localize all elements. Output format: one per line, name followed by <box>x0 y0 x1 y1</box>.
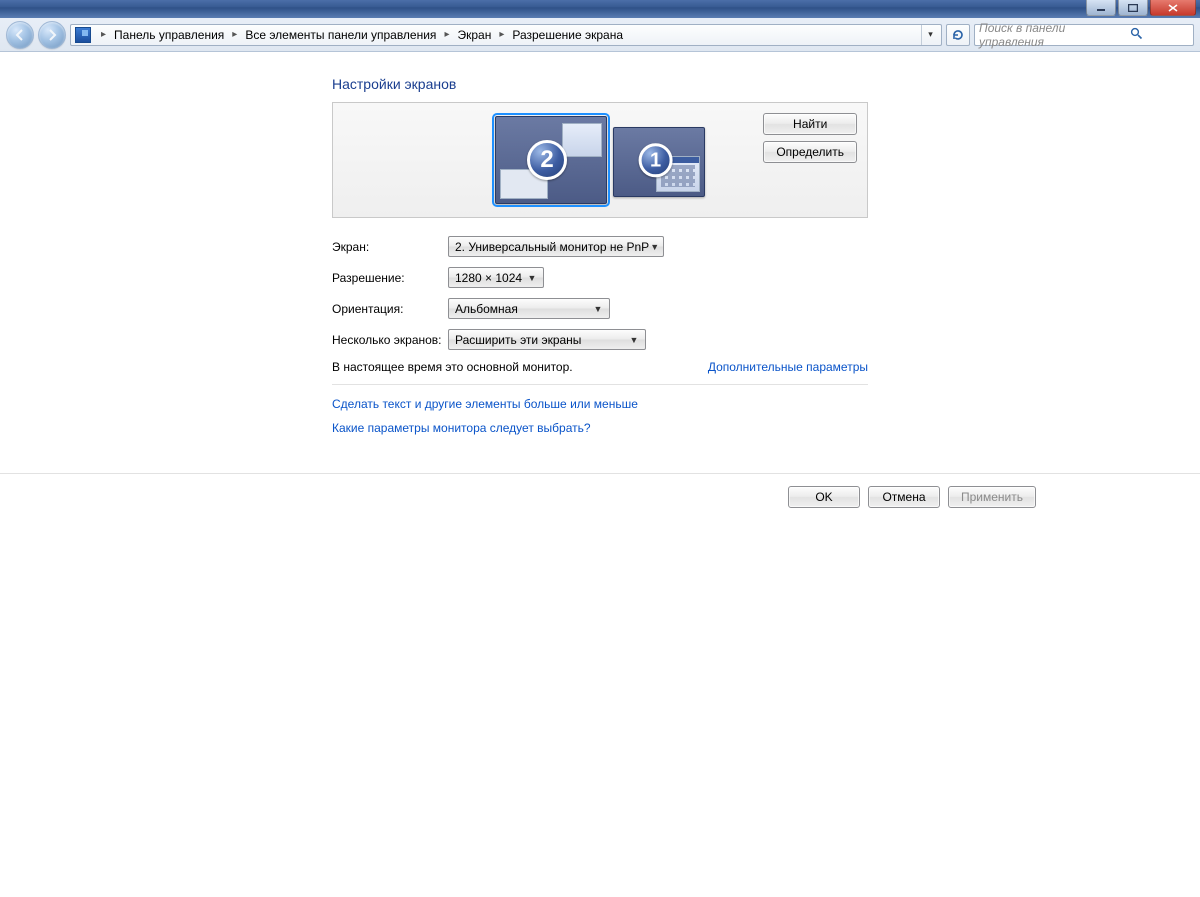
multi-label: Несколько экранов: <box>332 333 448 347</box>
text-size-link[interactable]: Сделать текст и другие элементы больше и… <box>332 397 868 411</box>
search-input[interactable]: Поиск в панели управления <box>974 24 1194 46</box>
monitor-1[interactable]: 1 <box>613 127 705 197</box>
search-icon <box>1084 27 1189 43</box>
chevron-down-icon: ▼ <box>524 273 539 283</box>
screen-label: Экран: <box>332 240 448 254</box>
search-placeholder: Поиск в панели управления <box>979 21 1084 49</box>
monitor-preview-box: 2 1 Найти Определить <box>332 102 868 218</box>
breadcrumb-item[interactable]: Все элементы панели управления <box>243 28 438 42</box>
navbar: Панель управления Все элементы панели уп… <box>0 18 1200 52</box>
maximize-button[interactable] <box>1118 0 1148 16</box>
chevron-down-icon: ▼ <box>649 242 659 252</box>
breadcrumb-item[interactable]: Панель управления <box>112 28 226 42</box>
apply-button[interactable]: Применить <box>948 486 1036 508</box>
orientation-value: Альбомная <box>455 302 590 316</box>
close-button[interactable] <box>1150 0 1196 16</box>
forward-button[interactable] <box>38 21 66 49</box>
screen-value: 2. Универсальный монитор не PnP <box>455 240 649 254</box>
dialog-footer: OK Отмена Применить <box>164 474 1036 508</box>
orientation-label: Ориентация: <box>332 302 448 316</box>
breadcrumb-sep <box>95 29 112 40</box>
page: Настройки экранов 2 1 Найти Определить <box>0 52 1200 457</box>
control-panel-icon <box>75 27 91 43</box>
primary-monitor-note: В настоящее время это основной монитор. <box>332 360 573 374</box>
breadcrumb-dropdown[interactable]: ▾ <box>921 25 939 45</box>
minimize-button[interactable] <box>1086 0 1116 16</box>
identify-button[interactable]: Определить <box>763 141 857 163</box>
breadcrumb-item[interactable]: Разрешение экрана <box>510 28 625 42</box>
back-button[interactable] <box>6 21 34 49</box>
monitor-number-badge: 2 <box>527 140 567 180</box>
multi-display-select[interactable]: Расширить эти экраны ▼ <box>448 329 646 350</box>
monitor-number-badge: 1 <box>639 143 673 177</box>
settings-panel: Настройки экранов 2 1 Найти Определить <box>332 76 868 445</box>
screen-select[interactable]: 2. Универсальный монитор не PnP ▼ <box>448 236 664 257</box>
page-title: Настройки экранов <box>332 76 868 92</box>
breadcrumb-item[interactable]: Экран <box>455 28 493 42</box>
chevron-down-icon: ▼ <box>626 335 641 345</box>
resolution-value: 1280 × 1024 <box>455 271 524 285</box>
which-settings-link[interactable]: Какие параметры монитора следует выбрать… <box>332 421 868 435</box>
refresh-button[interactable] <box>946 24 970 46</box>
resolution-label: Разрешение: <box>332 271 448 285</box>
orientation-select[interactable]: Альбомная ▼ <box>448 298 610 319</box>
breadcrumb-sep <box>438 29 455 40</box>
chevron-down-icon: ▼ <box>590 304 605 314</box>
monitor-2[interactable]: 2 <box>495 116 607 204</box>
find-button[interactable]: Найти <box>763 113 857 135</box>
breadcrumb-sep <box>493 29 510 40</box>
window-decoration <box>562 123 602 157</box>
titlebar <box>0 0 1200 18</box>
breadcrumb-sep <box>226 29 243 40</box>
cancel-button[interactable]: Отмена <box>868 486 940 508</box>
ok-button[interactable]: OK <box>788 486 860 508</box>
multi-value: Расширить эти экраны <box>455 333 626 347</box>
settings-form: Экран: 2. Универсальный монитор не PnP ▼… <box>332 236 868 435</box>
resolution-select[interactable]: 1280 × 1024 ▼ <box>448 267 544 288</box>
breadcrumb[interactable]: Панель управления Все элементы панели уп… <box>70 24 942 46</box>
advanced-settings-link[interactable]: Дополнительные параметры <box>708 360 868 374</box>
